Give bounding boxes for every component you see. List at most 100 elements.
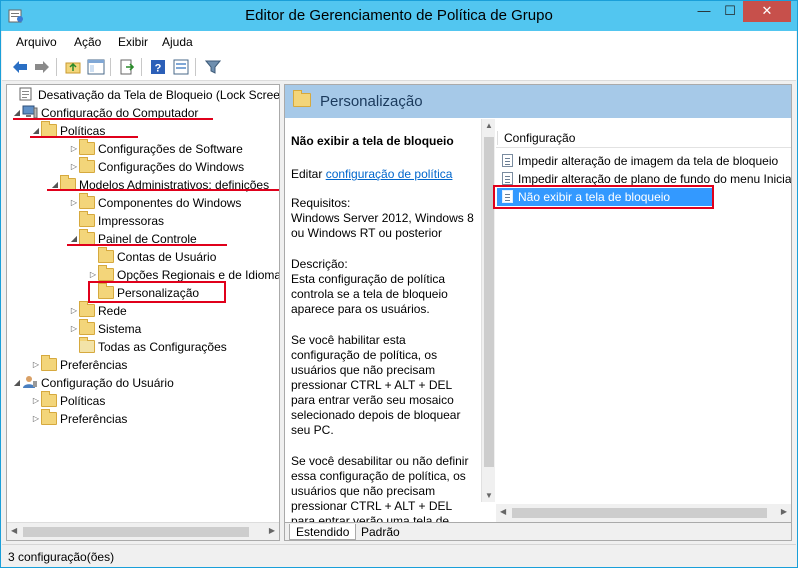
tree-item-user-config[interactable]: ◢ Configuração do Usuário xyxy=(12,374,174,392)
column-divider xyxy=(497,131,498,145)
maximize-button[interactable]: ☐ xyxy=(717,1,743,22)
tree-item-preferences[interactable]: ▷ Preferências xyxy=(31,355,128,374)
expand-arrow-icon[interactable]: ▷ xyxy=(69,194,79,212)
expand-arrow-icon[interactable]: ▷ xyxy=(69,140,79,158)
export-list-icon[interactable] xyxy=(118,58,136,76)
tree-item-windows-settings[interactable]: ▷ Configurações do Windows xyxy=(69,157,244,176)
expand-arrow-icon[interactable]: ▷ xyxy=(69,302,79,320)
forward-arrow-icon[interactable] xyxy=(33,58,51,76)
tree-item-label: Opções Regionais e de Idioma xyxy=(117,268,280,282)
tree-item-label: Componentes do Windows xyxy=(98,196,242,210)
tree-item-gpo-root[interactable]: Desativação da Tela de Bloqueio (Lock Sc… xyxy=(9,86,280,104)
list-horizontal-scrollbar[interactable]: ◀ ▶ xyxy=(496,504,791,522)
menu-arquivo[interactable]: Arquivo xyxy=(16,35,57,49)
folder-icon xyxy=(79,319,95,335)
tree-item-software-settings[interactable]: ▷ Configurações de Software xyxy=(69,139,243,158)
folder-icon xyxy=(79,211,95,227)
menu-bar: Arquivo Ação Exibir Ajuda xyxy=(2,31,796,53)
folder-icon xyxy=(79,157,95,173)
tab-padrao[interactable]: Padrão xyxy=(355,524,406,540)
folder-icon xyxy=(79,193,95,209)
tree-item-label: Preferências xyxy=(60,358,128,372)
user-icon xyxy=(22,375,38,388)
tree-item-network[interactable]: ▷ Rede xyxy=(69,301,127,320)
description-label: Descrição: xyxy=(291,257,348,271)
tree-item-user-preferences[interactable]: ▷ Preferências xyxy=(31,409,128,428)
close-button[interactable]: ✕ xyxy=(743,1,791,22)
list-item[interactable]: Impedir alteração de imagem da tela de b… xyxy=(502,152,791,170)
folder-icon xyxy=(41,355,57,371)
up-folder-icon[interactable] xyxy=(64,58,82,76)
extended-description: Não exibir a tela de bloqueio Editar con… xyxy=(285,118,484,522)
show-hide-tree-icon[interactable] xyxy=(87,58,105,76)
description-scrollbar[interactable]: ▲ ▼ xyxy=(481,119,495,502)
highlight-underline xyxy=(47,189,279,191)
scroll-right-arrow-icon[interactable]: ▶ xyxy=(781,507,787,516)
tree-item-admin-templates[interactable]: ◢ Modelos Administrativos: definições xyxy=(50,175,269,194)
highlight-underline xyxy=(13,118,213,120)
edit-line: Editar configuração de política xyxy=(291,167,476,182)
scrollbar-thumb[interactable] xyxy=(512,508,767,518)
expand-arrow-icon[interactable]: ▷ xyxy=(31,392,41,410)
expand-arrow-icon[interactable]: ▷ xyxy=(69,158,79,176)
expand-arrow-icon[interactable]: ▷ xyxy=(31,356,41,374)
tree-item-label: Rede xyxy=(98,304,127,318)
main-window: Editor de Gerenciamento de Política de G… xyxy=(0,0,798,568)
tree-item-user-accounts[interactable]: Contas de Usuário xyxy=(88,247,216,266)
toolbar-separator xyxy=(110,58,111,76)
highlight-underline xyxy=(30,136,138,138)
window-title: Editor de Gerenciamento de Política de G… xyxy=(245,7,553,24)
menu-exibir[interactable]: Exibir xyxy=(118,35,148,49)
status-text: 3 configuração(ões) xyxy=(8,550,115,564)
settings-folder-icon xyxy=(79,337,95,353)
column-configuracao[interactable]: Configuração xyxy=(504,131,575,145)
policy-doc-icon xyxy=(19,87,35,101)
folder-icon xyxy=(41,391,57,407)
description-paragraph-2: Se você habilitar esta configuração de p… xyxy=(291,333,461,437)
toolbar-separator xyxy=(56,58,57,76)
scroll-up-arrow-icon[interactable]: ▲ xyxy=(485,121,493,130)
minimize-button[interactable]: — xyxy=(691,1,717,22)
expand-arrow-icon[interactable]: ▷ xyxy=(69,320,79,338)
properties-icon[interactable] xyxy=(172,58,190,76)
policy-setting-icon xyxy=(502,172,513,185)
svg-text:?: ? xyxy=(155,63,162,75)
tree-item-system[interactable]: ▷ Sistema xyxy=(69,319,142,338)
expand-arrow-icon[interactable]: ▷ xyxy=(31,410,41,428)
tree-item-label: Desativação da Tela de Bloqueio (Lock Sc… xyxy=(38,88,280,102)
menu-acao[interactable]: Ação xyxy=(74,35,101,49)
help-icon[interactable]: ? xyxy=(149,58,167,76)
view-tabs: Estendido Padrão xyxy=(285,522,791,540)
tree-item-label: Políticas xyxy=(60,394,106,408)
list-item-label: Impedir alteração de imagem da tela de b… xyxy=(518,154,779,168)
description-paragraph-1: Esta configuração de política controla s… xyxy=(291,272,448,316)
highlight-box xyxy=(493,185,714,209)
collapse-arrow-icon[interactable]: ◢ xyxy=(50,176,60,194)
scroll-left-arrow-icon[interactable]: ◀ xyxy=(500,507,506,516)
tree-horizontal-scrollbar[interactable]: ◀ ▶ xyxy=(7,522,279,540)
tree-item-windows-components[interactable]: ▷ Componentes do Windows xyxy=(69,193,242,212)
folder-icon xyxy=(98,265,114,281)
scroll-right-arrow-icon[interactable]: ▶ xyxy=(269,526,275,535)
list-column-header[interactable]: Configuração xyxy=(496,128,791,148)
back-arrow-icon[interactable] xyxy=(11,58,29,76)
collapse-arrow-icon[interactable]: ◢ xyxy=(12,374,22,392)
tree-item-label: Preferências xyxy=(60,412,128,426)
scroll-down-arrow-icon[interactable]: ▼ xyxy=(485,491,493,500)
folder-icon xyxy=(98,247,114,263)
console-tree: Desativação da Tela de Bloqueio (Lock Sc… xyxy=(6,84,280,541)
tab-estendido[interactable]: Estendido xyxy=(289,524,357,540)
tree-item-user-policies[interactable]: ▷ Políticas xyxy=(31,391,106,410)
tree-item-label: Sistema xyxy=(98,322,142,336)
filter-icon[interactable] xyxy=(204,58,222,76)
details-header: Personalização xyxy=(285,85,791,118)
tree-item-printers[interactable]: Impressoras xyxy=(69,211,165,230)
tree-item-all-settings[interactable]: Todas as Configurações xyxy=(69,337,227,356)
title-bar[interactable]: Editor de Gerenciamento de Política de G… xyxy=(1,1,797,31)
tree-item-label: Impressoras xyxy=(98,214,165,228)
computer-icon xyxy=(22,105,38,119)
edit-policy-link[interactable]: configuração de política xyxy=(326,167,453,181)
scroll-left-arrow-icon[interactable]: ◀ xyxy=(11,526,17,535)
menu-ajuda[interactable]: Ajuda xyxy=(162,35,193,49)
scrollbar-thumb[interactable] xyxy=(23,527,249,537)
